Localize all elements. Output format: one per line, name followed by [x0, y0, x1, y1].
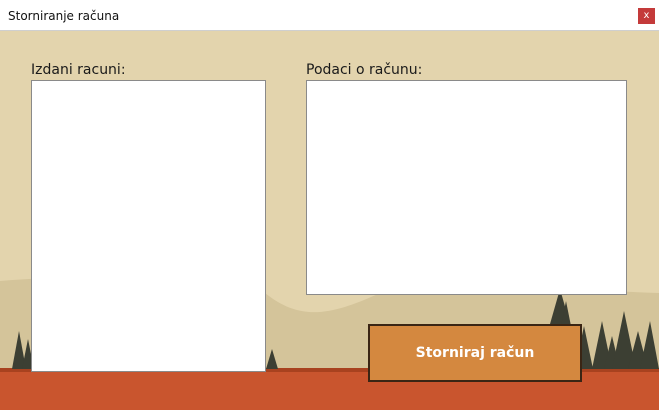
storno-invoice-button[interactable]: Storniraj račun [368, 324, 582, 382]
issued-invoices-list[interactable] [31, 80, 266, 372]
window-titlebar: Storniranje računa x [0, 0, 659, 31]
issued-invoices-label: Izdani racuni: [31, 62, 126, 78]
invoice-details-box[interactable] [306, 80, 627, 295]
window-title: Storniranje računa [8, 9, 120, 23]
invoice-details-label: Podaci o računu: [306, 62, 423, 78]
close-button[interactable]: x [638, 8, 655, 24]
